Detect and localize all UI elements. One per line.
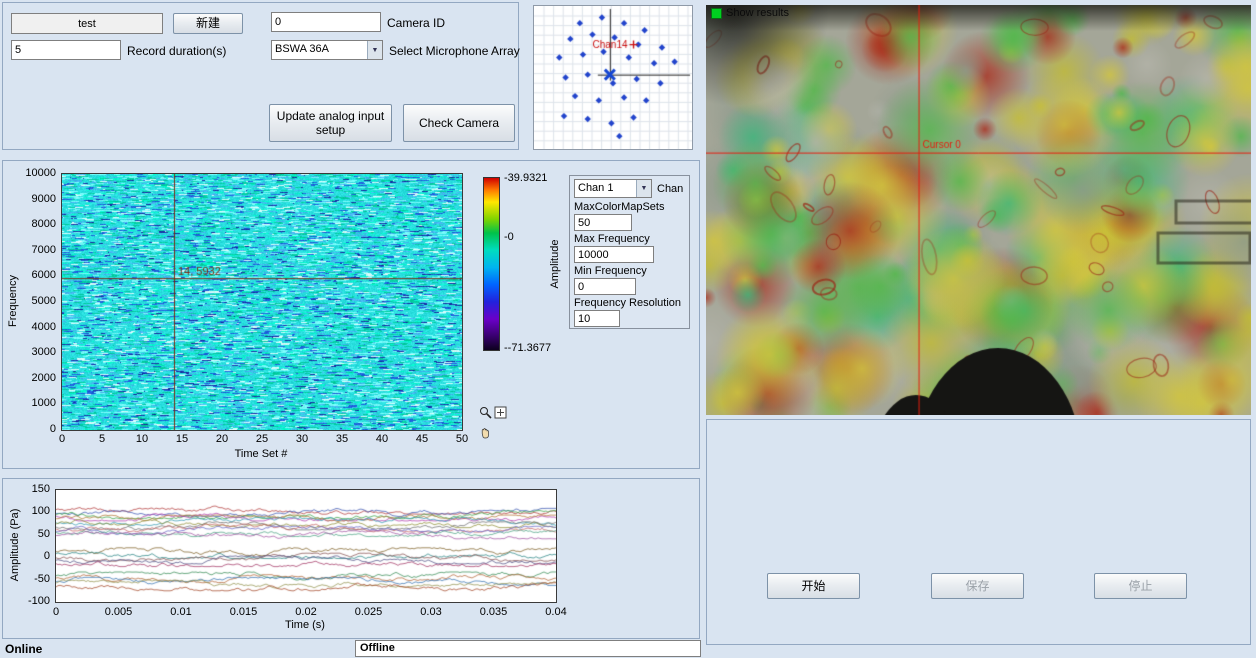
- start-button[interactable]: 开始: [767, 573, 860, 599]
- axis-tick-label: -50: [34, 573, 50, 585]
- colorbar-mid-label: -0: [504, 231, 514, 243]
- axis-tick-label: 8000: [32, 218, 56, 230]
- axis-tick-label: 150: [32, 483, 50, 495]
- amplitude-axis-label: Amplitude: [549, 240, 561, 289]
- waveform-panel: Amplitude (Pa) Time (s) 150 100 50 0 -50 -100…: [2, 478, 700, 639]
- axis-tick-label: 1000: [32, 397, 56, 409]
- pan-hand-icon[interactable]: [479, 426, 493, 440]
- mic-array-selected-value: BSWA 36A: [272, 41, 367, 59]
- time-set-axis-label: Time Set #: [235, 448, 288, 460]
- axis-tick-label: 5000: [32, 295, 56, 307]
- max-frequency-label: Max Frequency: [574, 233, 685, 245]
- min-frequency-input[interactable]: [574, 278, 636, 295]
- session-name-input[interactable]: [11, 13, 163, 34]
- zoom-select-icon[interactable]: [494, 406, 508, 420]
- save-button[interactable]: 保存: [931, 573, 1024, 599]
- frequency-axis-label: Frequency: [7, 275, 19, 327]
- spectrogram-panel: Frequency Time Set # -39.9321 -0 --71.36…: [2, 160, 700, 469]
- axis-tick-label: 40: [376, 433, 388, 445]
- camera-id-input[interactable]: [271, 12, 381, 32]
- stop-button[interactable]: 停止: [1094, 573, 1187, 599]
- app-root: 新建 Camera ID Record duration(s) BSWA 36A…: [0, 0, 1256, 658]
- acoustic-camera-view[interactable]: [706, 5, 1251, 415]
- update-analog-input-button[interactable]: Update analog input setup: [269, 104, 392, 142]
- checkbox-icon: [711, 8, 722, 19]
- axis-tick-label: 0.04: [545, 606, 566, 618]
- max-colormap-input[interactable]: [574, 214, 632, 231]
- axis-tick-label: 15: [176, 433, 188, 445]
- axis-tick-label: 5: [99, 433, 105, 445]
- axis-tick-label: 2000: [32, 372, 56, 384]
- axis-tick-label: 0: [53, 606, 59, 618]
- axis-tick-label: 50: [456, 433, 468, 445]
- mic-array-select[interactable]: BSWA 36A ▼: [271, 40, 383, 60]
- frequency-resolution-label: Frequency Resolution: [574, 297, 685, 309]
- camera-id-label: Camera ID: [387, 16, 445, 30]
- config-panel: 新建 Camera ID Record duration(s) BSWA 36A…: [2, 2, 519, 150]
- frequency-resolution-input[interactable]: [574, 310, 620, 327]
- max-frequency-input[interactable]: [574, 246, 654, 263]
- axis-tick-label: 0: [50, 423, 56, 435]
- colorbar-max-label: -39.9321: [504, 172, 547, 184]
- check-camera-button[interactable]: Check Camera: [403, 104, 515, 142]
- axis-tick-label: -100: [28, 595, 50, 607]
- online-status-label: Online: [5, 642, 42, 656]
- axis-tick-label: 0.005: [105, 606, 133, 618]
- axis-tick-label: 0.025: [355, 606, 383, 618]
- spectrogram-plot[interactable]: [61, 173, 463, 431]
- axis-tick-label: 0.01: [170, 606, 191, 618]
- action-panel: 开始 保存 停止: [706, 419, 1251, 645]
- show-results-label: Show results: [726, 7, 789, 19]
- show-results-checkbox[interactable]: Show results: [711, 7, 789, 19]
- colorbar-min-label: --71.3677: [504, 342, 551, 354]
- graph-tool-palette: [479, 406, 511, 444]
- axis-tick-label: 10: [136, 433, 148, 445]
- record-duration-input[interactable]: [11, 40, 121, 60]
- axis-tick-label: 0.035: [480, 606, 508, 618]
- mic-array-plot[interactable]: [534, 6, 692, 149]
- axis-tick-label: 0.02: [295, 606, 316, 618]
- axis-tick-label: 100: [32, 505, 50, 517]
- waveform-plot[interactable]: [55, 489, 557, 603]
- axis-tick-label: 0.015: [230, 606, 258, 618]
- analysis-controls-panel: Chan 1 ▼ Chan MaxColorMapSets Max Freque…: [569, 175, 690, 329]
- new-button[interactable]: 新建: [173, 13, 243, 34]
- axis-tick-label: 0: [59, 433, 65, 445]
- min-frequency-label: Min Frequency: [574, 265, 685, 277]
- mic-array-geometry-panel: [533, 5, 693, 150]
- axis-tick-label: 45: [416, 433, 428, 445]
- chan-label: Chan: [657, 183, 683, 195]
- amplitude-colorbar: [483, 177, 500, 351]
- axis-tick-label: 9000: [32, 193, 56, 205]
- axis-tick-label: 0: [44, 550, 50, 562]
- axis-tick-label: 25: [256, 433, 268, 445]
- axis-tick-label: 4000: [32, 321, 56, 333]
- axis-tick-label: 30: [296, 433, 308, 445]
- axis-tick-label: 35: [336, 433, 348, 445]
- amplitude-pa-axis-label: Amplitude (Pa): [9, 509, 21, 582]
- channel-select[interactable]: Chan 1 ▼: [574, 179, 652, 198]
- chevron-down-icon: ▼: [636, 180, 651, 197]
- chevron-down-icon: ▼: [367, 41, 382, 59]
- axis-tick-label: 7000: [32, 244, 56, 256]
- offline-status-field: Offline: [355, 640, 701, 657]
- mic-array-label: Select Microphone Array: [389, 44, 520, 58]
- record-duration-label: Record duration(s): [127, 44, 226, 58]
- axis-tick-label: 10000: [25, 167, 56, 179]
- channel-selected-value: Chan 1: [575, 180, 636, 197]
- max-colormap-label: MaxColorMapSets: [574, 201, 685, 213]
- zoom-magnifier-icon[interactable]: [479, 406, 493, 420]
- axis-tick-label: 50: [38, 528, 50, 540]
- axis-tick-label: 20: [216, 433, 228, 445]
- time-axis-label: Time (s): [285, 619, 325, 631]
- axis-tick-label: 3000: [32, 346, 56, 358]
- axis-tick-label: 6000: [32, 269, 56, 281]
- axis-tick-label: 0.03: [420, 606, 441, 618]
